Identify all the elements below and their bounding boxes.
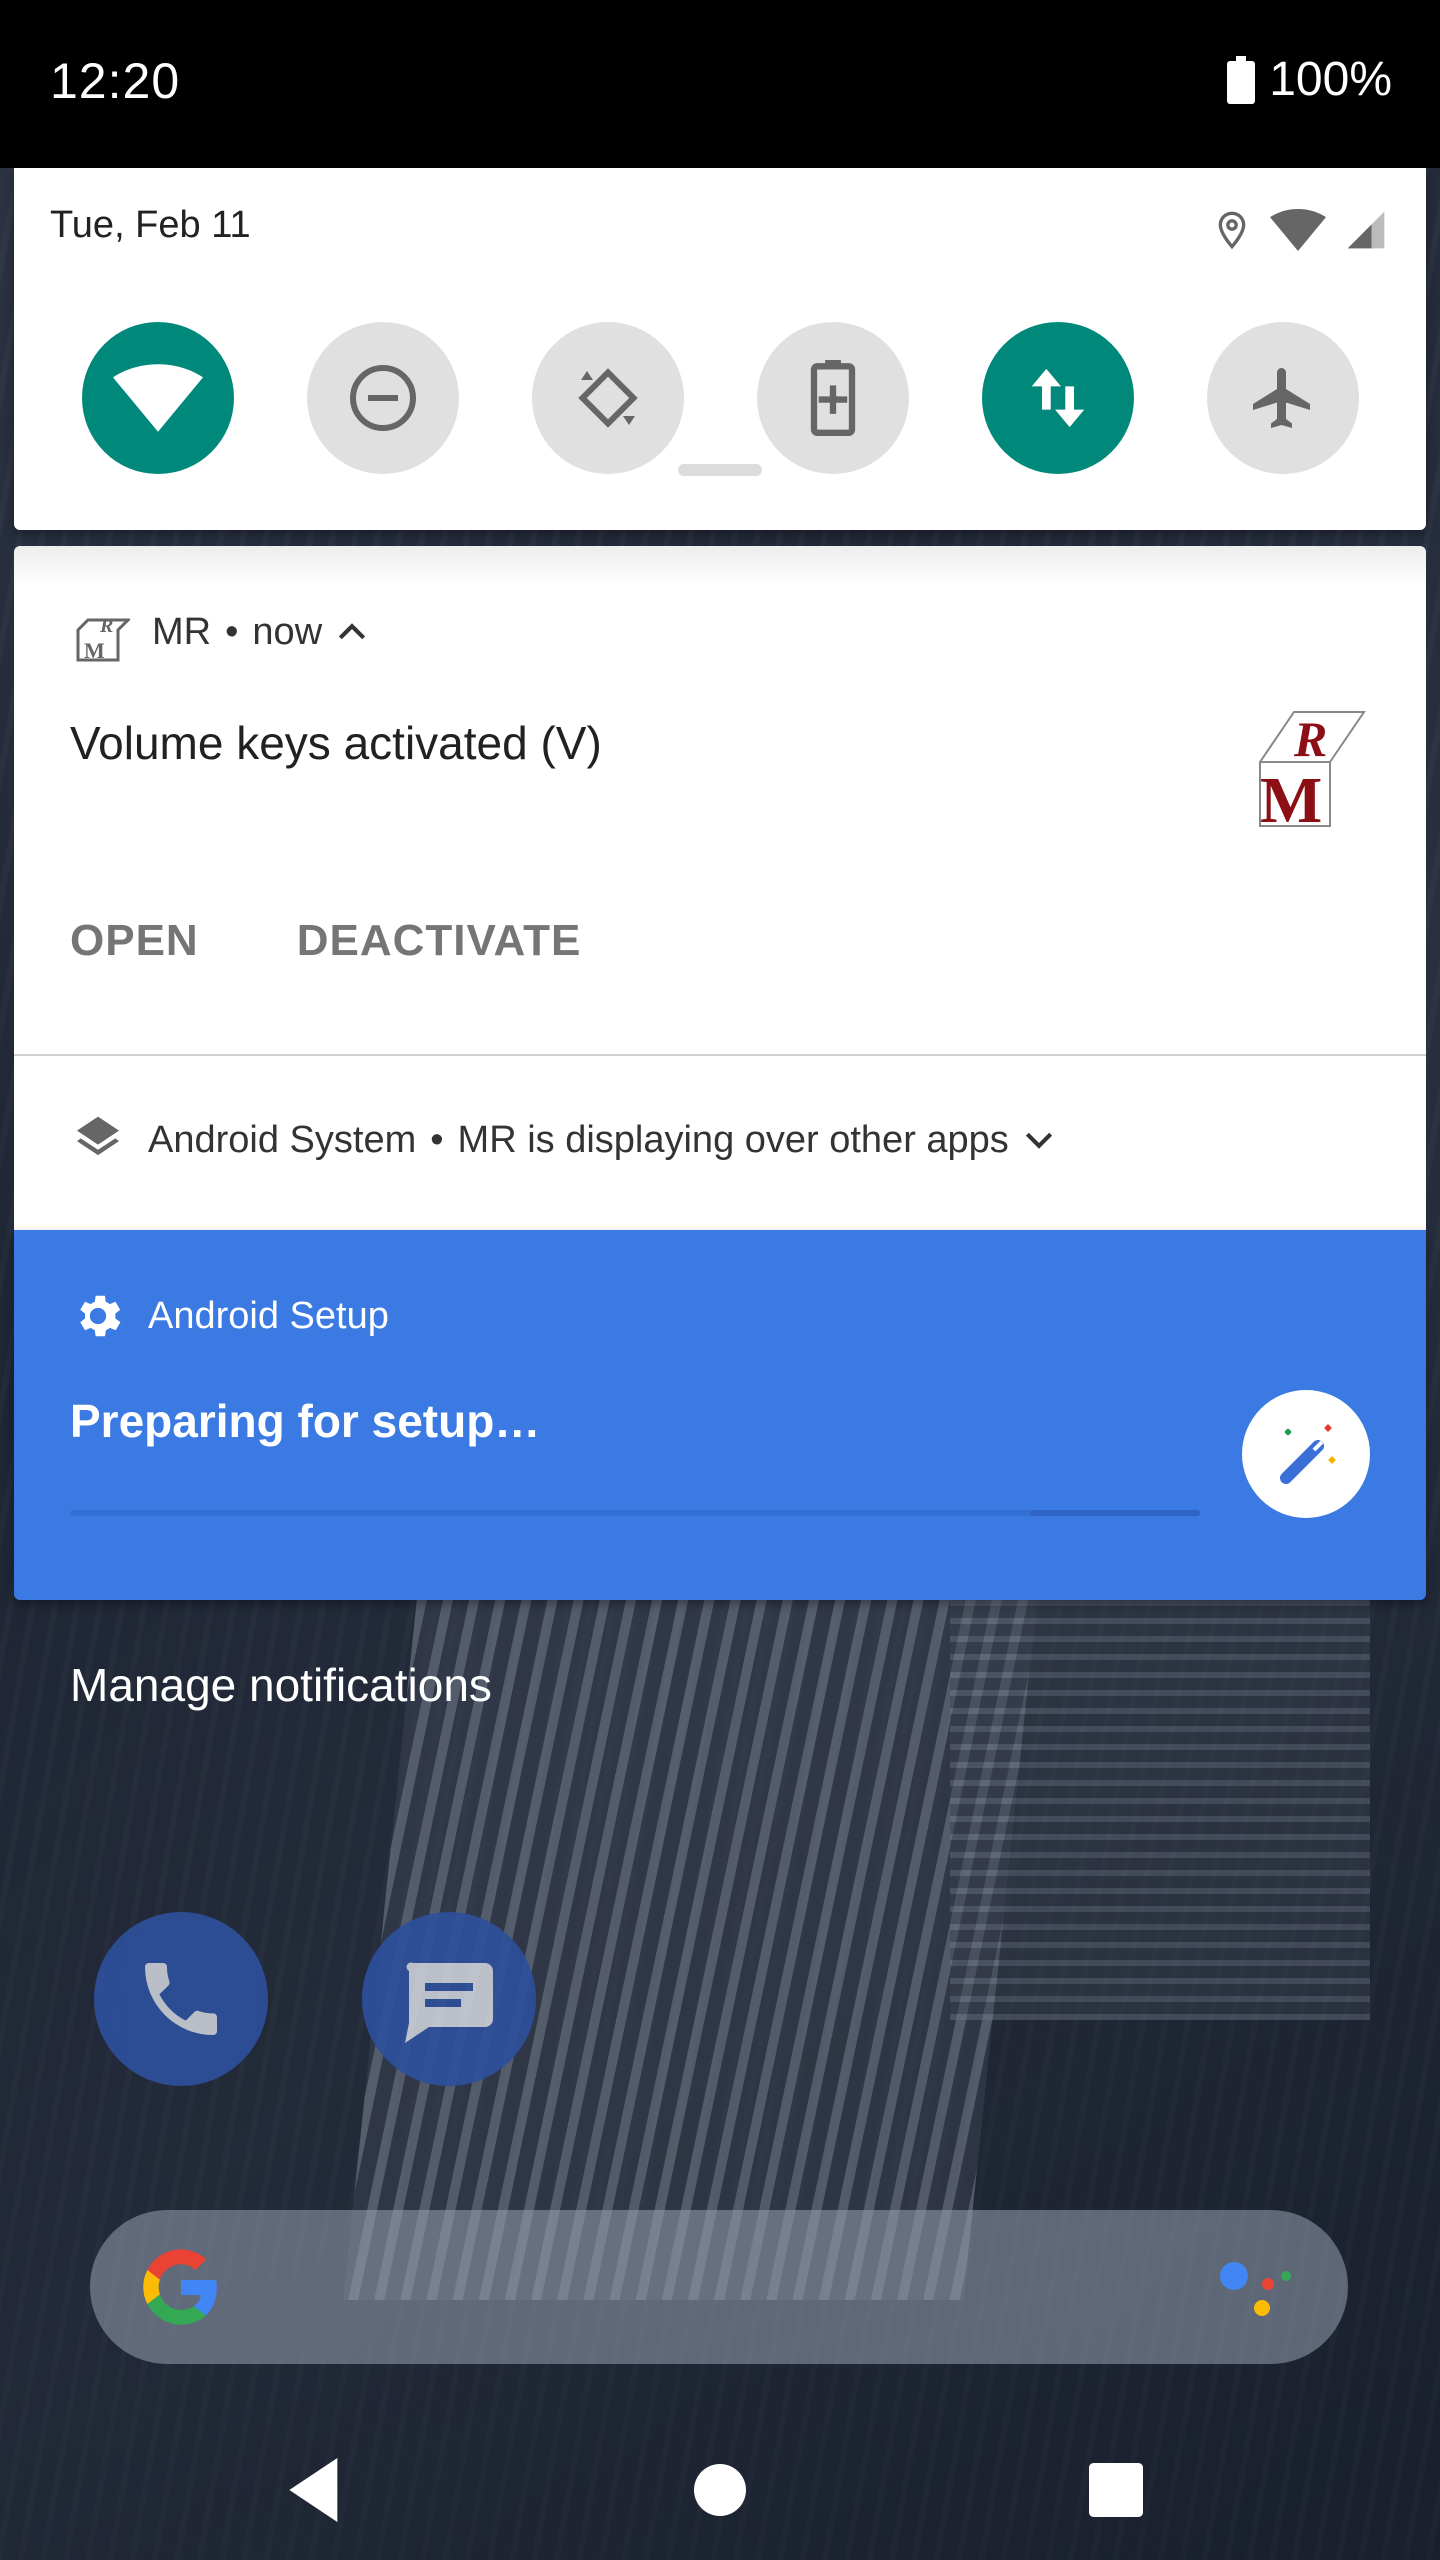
qs-expand-handle[interactable]: [678, 464, 762, 476]
setup-progress-bar: [70, 1510, 1200, 1516]
notification-app-name: MR: [152, 610, 212, 653]
wifi-tile[interactable]: [82, 322, 234, 474]
back-icon: [289, 2458, 338, 2522]
battery-percent: 100%: [1269, 53, 1392, 106]
separator-dot: •: [430, 1118, 444, 1161]
svg-text:R: R: [1293, 711, 1327, 767]
notification-title: Preparing for setup…: [70, 1395, 541, 1447]
auto-rotate-icon: [578, 368, 638, 428]
notification-time: now: [252, 610, 323, 653]
mobile-data-tile[interactable]: [982, 322, 1134, 474]
wifi-icon: [113, 364, 203, 432]
status-bar: 12:20 100%: [0, 0, 1440, 168]
mr-notification[interactable]: R M MR • now Volume keys activated (V) R…: [14, 546, 1426, 1054]
phone-icon: [145, 1963, 217, 2035]
wifi-icon: [1270, 209, 1326, 251]
qs-status-icons: [1212, 206, 1388, 254]
home-icon: [694, 2464, 746, 2516]
recents-button[interactable]: [1076, 2450, 1156, 2530]
setup-wand-icon: [1242, 1390, 1370, 1518]
mr-app-icon: R M: [76, 615, 130, 662]
battery-saver-icon: [810, 360, 856, 436]
message-icon: [405, 1962, 493, 2043]
back-button[interactable]: [276, 2450, 356, 2530]
open-button[interactable]: OPEN: [70, 916, 199, 966]
svg-text:M: M: [1260, 764, 1322, 830]
home-button[interactable]: [680, 2450, 760, 2530]
chevron-up-icon[interactable]: [338, 622, 366, 642]
quick-settings-panel: Tue, Feb 11: [14, 168, 1426, 530]
dnd-tile[interactable]: [307, 322, 459, 474]
location-icon: [1218, 211, 1246, 250]
phone-app-icon[interactable]: [94, 1912, 268, 2086]
chevron-down-icon[interactable]: [1025, 1130, 1053, 1150]
do-not-disturb-icon: [350, 365, 416, 431]
google-g-icon: [143, 2249, 217, 2325]
svg-text:R: R: [99, 615, 113, 637]
google-assistant-icon: [1220, 2262, 1291, 2316]
deactivate-button[interactable]: DEACTIVATE: [297, 916, 582, 966]
layers-icon: [77, 1116, 119, 1156]
notification-stack: R M MR • now Volume keys activated (V) R…: [14, 546, 1426, 1600]
battery-saver-tile[interactable]: [757, 322, 909, 474]
gear-icon: [80, 1295, 121, 1337]
notification-actions: OPEN DEACTIVATE: [70, 916, 581, 966]
qs-date[interactable]: Tue, Feb 11: [50, 204, 251, 247]
android-system-notification[interactable]: Android System • MR is displaying over o…: [14, 1056, 1426, 1230]
notification-app-name: Android System: [148, 1118, 417, 1161]
airplane-mode-tile[interactable]: [1207, 322, 1359, 474]
notification-title: Volume keys activated (V): [70, 717, 602, 769]
google-search-bar[interactable]: [90, 2210, 1348, 2364]
messages-app-icon[interactable]: [362, 1912, 536, 2086]
notification-text: MR is displaying over other apps: [457, 1118, 1009, 1161]
mr-logo-icon: R M: [1259, 711, 1366, 830]
notification-header: Android System • MR is displaying over o…: [70, 1112, 1053, 1168]
battery-icon: [1227, 55, 1256, 104]
notification-app-name: Android Setup: [148, 1294, 389, 1337]
recents-icon: [1089, 2463, 1143, 2517]
notification-header: R M MR • now: [70, 602, 366, 662]
auto-rotate-tile[interactable]: [532, 322, 684, 474]
wallpaper-building: [950, 1600, 1370, 2020]
notification-header: Android Setup: [70, 1288, 389, 1344]
status-time: 12:20: [50, 53, 181, 109]
cell-signal-icon: [1347, 211, 1385, 249]
manage-notifications-button[interactable]: Manage notifications: [70, 1658, 492, 1712]
quick-settings-tiles: [82, 322, 1370, 474]
airplane-icon: [1253, 368, 1310, 428]
android-setup-notification[interactable]: Android Setup Preparing for setup…: [14, 1230, 1426, 1600]
svg-text:M: M: [84, 638, 105, 662]
separator-dot: •: [225, 610, 239, 653]
mobile-data-icon: [1031, 368, 1085, 428]
status-right: 100%: [1227, 52, 1392, 107]
navigation-bar: [0, 2400, 1440, 2560]
